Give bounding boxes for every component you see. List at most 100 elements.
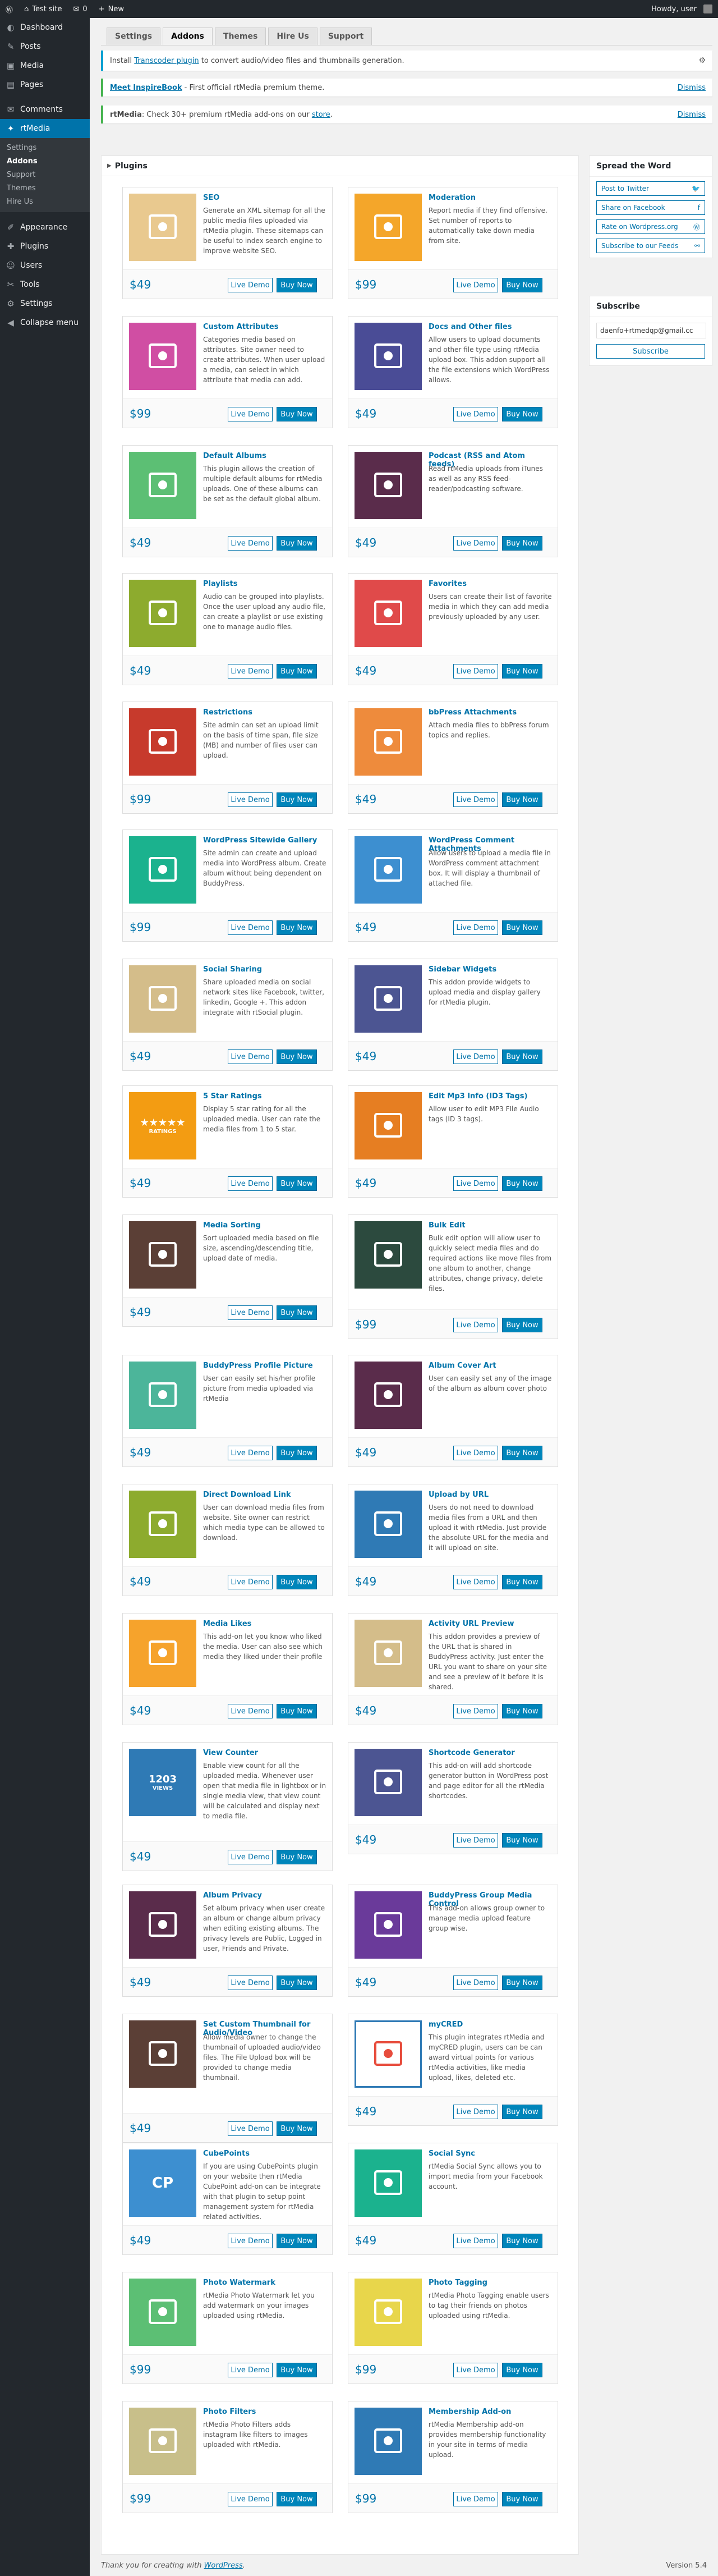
menu-item-users[interactable]: ☺ Users	[0, 256, 90, 275]
live-demo-button[interactable]: Live Demo	[228, 920, 273, 935]
addon-title[interactable]: Default Albums	[203, 452, 326, 460]
live-demo-button[interactable]: Live Demo	[453, 2105, 498, 2119]
buy-now-button[interactable]: Buy Now	[502, 920, 542, 935]
dismiss-link[interactable]: Dismiss	[678, 111, 706, 119]
subscribe-button[interactable]: Subscribe	[596, 344, 705, 359]
buy-now-button[interactable]: Buy Now	[277, 1446, 317, 1460]
buy-now-button[interactable]: Buy Now	[277, 278, 317, 292]
live-demo-button[interactable]: Live Demo	[228, 664, 273, 679]
live-demo-button[interactable]: Live Demo	[228, 1850, 273, 1864]
menu-item-dashboard[interactable]: ◐ Dashboard	[0, 18, 90, 37]
buy-now-button[interactable]: Buy Now	[277, 2363, 317, 2377]
live-demo-button[interactable]: Live Demo	[228, 2492, 273, 2506]
addon-title[interactable]: Membership Add-on	[429, 2408, 552, 2416]
addon-title[interactable]: Photo Watermark	[203, 2279, 326, 2287]
buy-now-button[interactable]: Buy Now	[502, 536, 542, 551]
gear-icon[interactable]: ⚙	[698, 56, 706, 65]
live-demo-button[interactable]: Live Demo	[453, 664, 498, 679]
dismiss-link[interactable]: Dismiss	[678, 84, 706, 92]
buy-now-button[interactable]: Buy Now	[502, 1446, 542, 1460]
addon-title[interactable]: Social Sync	[429, 2149, 552, 2158]
addon-title[interactable]: Album Cover Art	[429, 1362, 552, 1370]
toggle-arrow-icon[interactable]: ▶	[107, 163, 112, 169]
buy-now-button[interactable]: Buy Now	[502, 1575, 542, 1589]
live-demo-button[interactable]: Live Demo	[453, 278, 498, 292]
buy-now-button[interactable]: Buy Now	[277, 792, 317, 807]
menu-item-collapse-menu[interactable]: ◀ Collapse menu	[0, 313, 90, 332]
buy-now-button[interactable]: Buy Now	[277, 1305, 317, 1320]
buy-now-button[interactable]: Buy Now	[277, 1176, 317, 1191]
live-demo-button[interactable]: Live Demo	[228, 1704, 273, 1718]
live-demo-button[interactable]: Live Demo	[453, 1446, 498, 1460]
store-link[interactable]: store	[312, 111, 330, 119]
transcoder-link[interactable]: Transcoder plugin	[134, 57, 199, 65]
addon-title[interactable]: Docs and Other files	[429, 323, 552, 331]
addon-title[interactable]: Media Likes	[203, 1620, 326, 1628]
live-demo-button[interactable]: Live Demo	[228, 2121, 273, 2136]
rss-share-button[interactable]: Subscribe to our Feeds ⚯	[596, 239, 705, 253]
live-demo-button[interactable]: Live Demo	[228, 1975, 273, 1990]
buy-now-button[interactable]: Buy Now	[277, 1850, 317, 1864]
buy-now-button[interactable]: Buy Now	[277, 2234, 317, 2248]
buy-now-button[interactable]: Buy Now	[502, 278, 542, 292]
submenu-item-hire-us[interactable]: Hire Us	[0, 195, 90, 209]
live-demo-button[interactable]: Live Demo	[453, 1833, 498, 1848]
inspirebook-link[interactable]: Meet InspireBook	[110, 84, 182, 92]
menu-item-posts[interactable]: ✎ Posts	[0, 37, 90, 56]
twitter-share-button[interactable]: Post to Twitter 🐦	[596, 181, 705, 196]
live-demo-button[interactable]: Live Demo	[228, 792, 273, 807]
live-demo-button[interactable]: Live Demo	[453, 1176, 498, 1191]
buy-now-button[interactable]: Buy Now	[502, 1049, 542, 1064]
buy-now-button[interactable]: Buy Now	[502, 2492, 542, 2506]
buy-now-button[interactable]: Buy Now	[502, 1176, 542, 1191]
buy-now-button[interactable]: Buy Now	[502, 1704, 542, 1718]
buy-now-button[interactable]: Buy Now	[502, 2105, 542, 2119]
live-demo-button[interactable]: Live Demo	[228, 2234, 273, 2248]
buy-now-button[interactable]: Buy Now	[502, 1318, 542, 1332]
addon-title[interactable]: Playlists	[203, 580, 326, 588]
comments-link[interactable]: ✉ 0	[68, 0, 93, 18]
live-demo-button[interactable]: Live Demo	[453, 2234, 498, 2248]
addon-title[interactable]: Favorites	[429, 580, 552, 588]
addon-title[interactable]: Sidebar Widgets	[429, 965, 552, 974]
buy-now-button[interactable]: Buy Now	[277, 1575, 317, 1589]
buy-now-button[interactable]: Buy Now	[502, 2234, 542, 2248]
addon-title[interactable]: Activity URL Preview	[429, 1620, 552, 1628]
live-demo-button[interactable]: Live Demo	[453, 1318, 498, 1332]
account-menu[interactable]: Howdy, user	[646, 0, 718, 18]
live-demo-button[interactable]: Live Demo	[228, 407, 273, 421]
facebook-share-button[interactable]: Share on Facebook f	[596, 200, 705, 215]
addon-title[interactable]: View Counter	[203, 1749, 326, 1757]
menu-item-rtmedia[interactable]: ✦ rtMedia	[0, 119, 90, 138]
live-demo-button[interactable]: Live Demo	[228, 1446, 273, 1460]
live-demo-button[interactable]: Live Demo	[453, 536, 498, 551]
buy-now-button[interactable]: Buy Now	[277, 536, 317, 551]
buy-now-button[interactable]: Buy Now	[277, 920, 317, 935]
live-demo-button[interactable]: Live Demo	[228, 1305, 273, 1320]
live-demo-button[interactable]: Live Demo	[453, 2363, 498, 2377]
live-demo-button[interactable]: Live Demo	[453, 920, 498, 935]
email-field[interactable]	[596, 323, 706, 338]
live-demo-button[interactable]: Live Demo	[453, 792, 498, 807]
menu-item-media[interactable]: ▣ Media	[0, 56, 90, 75]
addon-title[interactable]: SEO	[203, 194, 326, 202]
live-demo-button[interactable]: Live Demo	[453, 1049, 498, 1064]
site-name-link[interactable]: ⌂ Test site	[19, 0, 67, 18]
addon-title[interactable]: CubePoints	[203, 2149, 326, 2158]
addon-title[interactable]: Edit Mp3 Info (ID3 Tags)	[429, 1092, 552, 1101]
tab-settings[interactable]: Settings	[107, 27, 161, 45]
addon-title[interactable]: Upload by URL	[429, 1491, 552, 1499]
buy-now-button[interactable]: Buy Now	[502, 664, 542, 679]
buy-now-button[interactable]: Buy Now	[502, 407, 542, 421]
addon-title[interactable]: Photo Tagging	[429, 2279, 552, 2287]
submenu-item-settings[interactable]: Settings	[0, 141, 90, 155]
menu-item-appearance[interactable]: ✐ Appearance	[0, 218, 90, 237]
buy-now-button[interactable]: Buy Now	[502, 2363, 542, 2377]
addon-title[interactable]: Shortcode Generator	[429, 1749, 552, 1757]
submenu-item-themes[interactable]: Themes	[0, 182, 90, 195]
addon-title[interactable]: myCRED	[429, 2020, 552, 2029]
addon-title[interactable]: Photo Filters	[203, 2408, 326, 2416]
wp-logo-icon[interactable]: Ⓦ	[0, 0, 19, 18]
menu-item-plugins[interactable]: ✚ Plugins	[0, 237, 90, 256]
live-demo-button[interactable]: Live Demo	[453, 1704, 498, 1718]
